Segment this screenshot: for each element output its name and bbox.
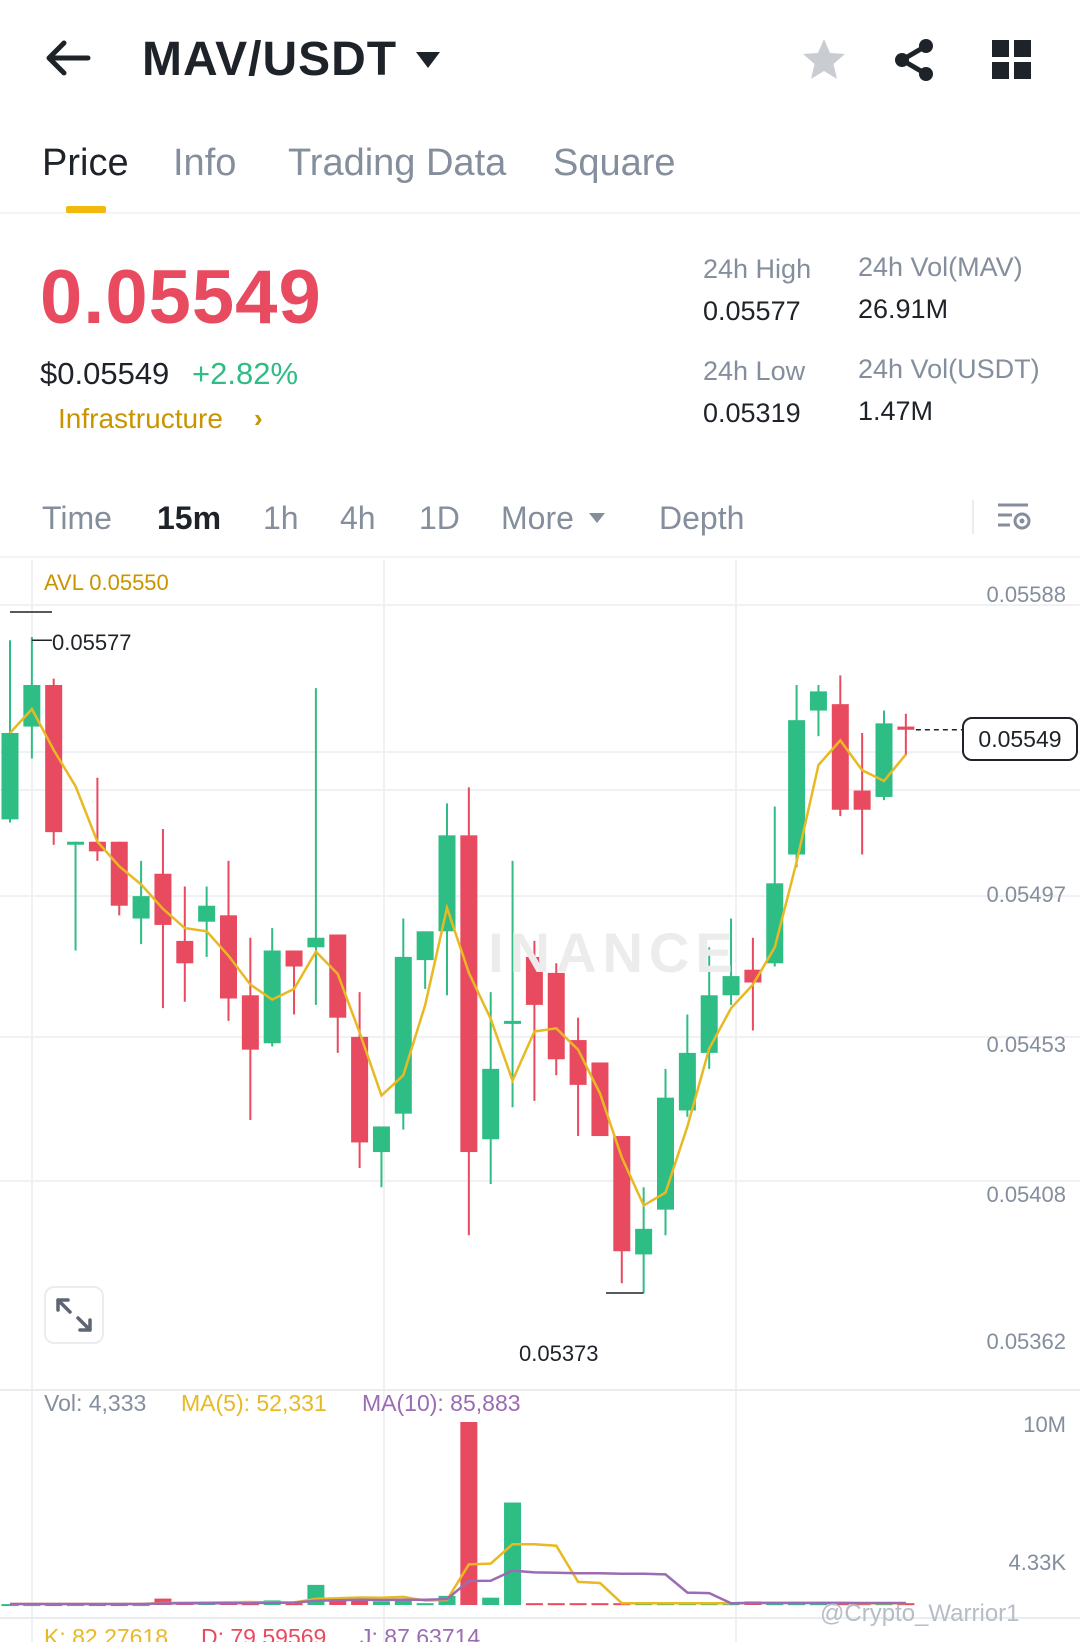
y-tick-label: 0.05497 bbox=[986, 882, 1066, 907]
star-icon[interactable] bbox=[800, 36, 848, 84]
y-tick-label: 0.05362 bbox=[986, 1329, 1066, 1354]
top-bar: MAV/USDT bbox=[0, 0, 1080, 120]
volume-bar bbox=[372, 1601, 390, 1605]
more-caret-icon[interactable] bbox=[588, 512, 606, 524]
volume-ma10-legend: MA(10): 85,883 bbox=[362, 1390, 521, 1416]
candle-body bbox=[875, 723, 893, 797]
credit-watermark: @Crypto_Warrior1 bbox=[820, 1600, 1020, 1627]
volume-legend: Vol: 4,333 bbox=[44, 1390, 147, 1416]
candle-body bbox=[110, 841, 128, 906]
sector-link[interactable]: Infrastructure bbox=[58, 403, 223, 435]
tab-price[interactable]: Price bbox=[42, 142, 129, 185]
low-label: 24h Low bbox=[703, 356, 806, 386]
y-tick-label: 0.05588 bbox=[986, 582, 1066, 607]
chart-area[interactable]: INANCE AVL 0.05550 0.05588 0.05497 0.054… bbox=[0, 560, 1080, 1642]
interval-1h[interactable]: 1h bbox=[263, 500, 299, 537]
chart-settings-icon[interactable] bbox=[994, 496, 1034, 536]
volume-tick-label: 10M bbox=[1023, 1412, 1066, 1437]
high-label: 24h High bbox=[703, 254, 812, 284]
volume-bar bbox=[504, 1502, 522, 1605]
low-marker-label: 0.05373 bbox=[519, 1341, 599, 1366]
candle-body bbox=[307, 937, 325, 948]
vol-quote-label: 24h Vol(USDT) bbox=[858, 354, 1040, 384]
candle-body bbox=[831, 704, 849, 810]
volume-bar bbox=[591, 1603, 609, 1606]
page-tabs: Price Info Trading Data Square bbox=[0, 128, 1080, 214]
candle-body bbox=[700, 995, 718, 1053]
candle-body bbox=[198, 905, 216, 922]
tab-square[interactable]: Square bbox=[553, 142, 676, 185]
candle-body bbox=[591, 1062, 609, 1137]
y-tick-label: 0.05453 bbox=[986, 1032, 1066, 1057]
pair-title[interactable]: MAV/USDT bbox=[142, 32, 397, 87]
interval-depth[interactable]: Depth bbox=[659, 500, 744, 537]
candle-body bbox=[853, 790, 871, 810]
tab-trading-data[interactable]: Trading Data bbox=[288, 142, 506, 185]
share-icon[interactable] bbox=[890, 36, 938, 84]
price-usd: $0.05549 bbox=[40, 356, 170, 391]
volume-tick-label: 4.33K bbox=[1008, 1550, 1067, 1575]
candle-body bbox=[460, 835, 478, 1153]
interval-15m[interactable]: 15m bbox=[157, 500, 221, 537]
candle-body bbox=[613, 1136, 631, 1252]
volume-ma5-line bbox=[10, 1542, 906, 1606]
high-marker-label: 0.05577 bbox=[52, 630, 132, 655]
tab-info[interactable]: Info bbox=[173, 142, 236, 185]
candlestick-chart[interactable] bbox=[0, 560, 1080, 1642]
candle-body bbox=[132, 896, 150, 919]
volume-bar bbox=[460, 1422, 478, 1605]
vol-base-label: 24h Vol(MAV) bbox=[858, 252, 1023, 282]
candle-body bbox=[241, 995, 259, 1050]
current-price-tag[interactable]: 0.05549 bbox=[962, 717, 1078, 761]
interval-time[interactable]: Time bbox=[42, 500, 112, 537]
candle-body bbox=[416, 931, 434, 961]
volume-bar bbox=[525, 1603, 543, 1606]
y-tick-label: 0.05408 bbox=[986, 1182, 1066, 1207]
price-change: +2.82% bbox=[192, 356, 299, 391]
candle-body bbox=[438, 835, 456, 932]
candle-body bbox=[897, 726, 915, 730]
candle-body bbox=[1, 732, 19, 820]
avl-label: AVL 0.05550 bbox=[44, 570, 169, 595]
volume-bar bbox=[547, 1603, 565, 1606]
last-price: 0.05549 bbox=[40, 255, 322, 340]
volume-bar bbox=[569, 1603, 587, 1606]
binance-watermark: INANCE bbox=[488, 921, 739, 984]
kdj-k-legend: K: 82.27618 bbox=[44, 1624, 169, 1642]
interval-4h[interactable]: 4h bbox=[340, 500, 376, 537]
expand-icon bbox=[56, 1298, 92, 1332]
chevron-right-icon[interactable]: › bbox=[254, 403, 263, 434]
low-value: 0.05319 bbox=[703, 398, 801, 428]
interval-divider bbox=[972, 500, 974, 534]
candle-body bbox=[285, 950, 303, 967]
candle-body bbox=[635, 1228, 653, 1255]
grid-icon[interactable] bbox=[990, 38, 1034, 82]
candle-body bbox=[372, 1126, 390, 1153]
active-tab-indicator bbox=[66, 206, 106, 213]
candle-body bbox=[67, 841, 85, 845]
interval-1d[interactable]: 1D bbox=[419, 500, 460, 537]
candle-body bbox=[809, 691, 827, 711]
kdj-d-legend: D: 79.59569 bbox=[201, 1624, 327, 1642]
candle-body bbox=[547, 972, 565, 1060]
high-value: 0.05577 bbox=[703, 296, 801, 326]
volume-ma10-line bbox=[10, 1569, 906, 1606]
volume-ma5-legend: MA(5): 52,331 bbox=[181, 1390, 327, 1416]
candle-body bbox=[482, 1068, 500, 1140]
candle-body bbox=[504, 1020, 522, 1024]
candle-body bbox=[176, 940, 194, 964]
chevron-down-icon[interactable] bbox=[414, 50, 442, 70]
vol-quote-value: 1.47M bbox=[858, 396, 934, 426]
expand-button[interactable] bbox=[44, 1286, 104, 1344]
volume-bar bbox=[482, 1597, 500, 1605]
candle-body bbox=[394, 956, 412, 1114]
interval-bar: Time 15m 1h 4h 1D More Depth bbox=[0, 486, 1080, 558]
volume-bar bbox=[416, 1603, 434, 1606]
candle-body bbox=[154, 873, 172, 925]
back-arrow-icon[interactable] bbox=[44, 38, 92, 78]
kdj-j-legend: J: 87.63714 bbox=[360, 1624, 481, 1642]
vol-base-value: 26.91M bbox=[858, 294, 949, 324]
interval-more[interactable]: More bbox=[501, 500, 574, 537]
